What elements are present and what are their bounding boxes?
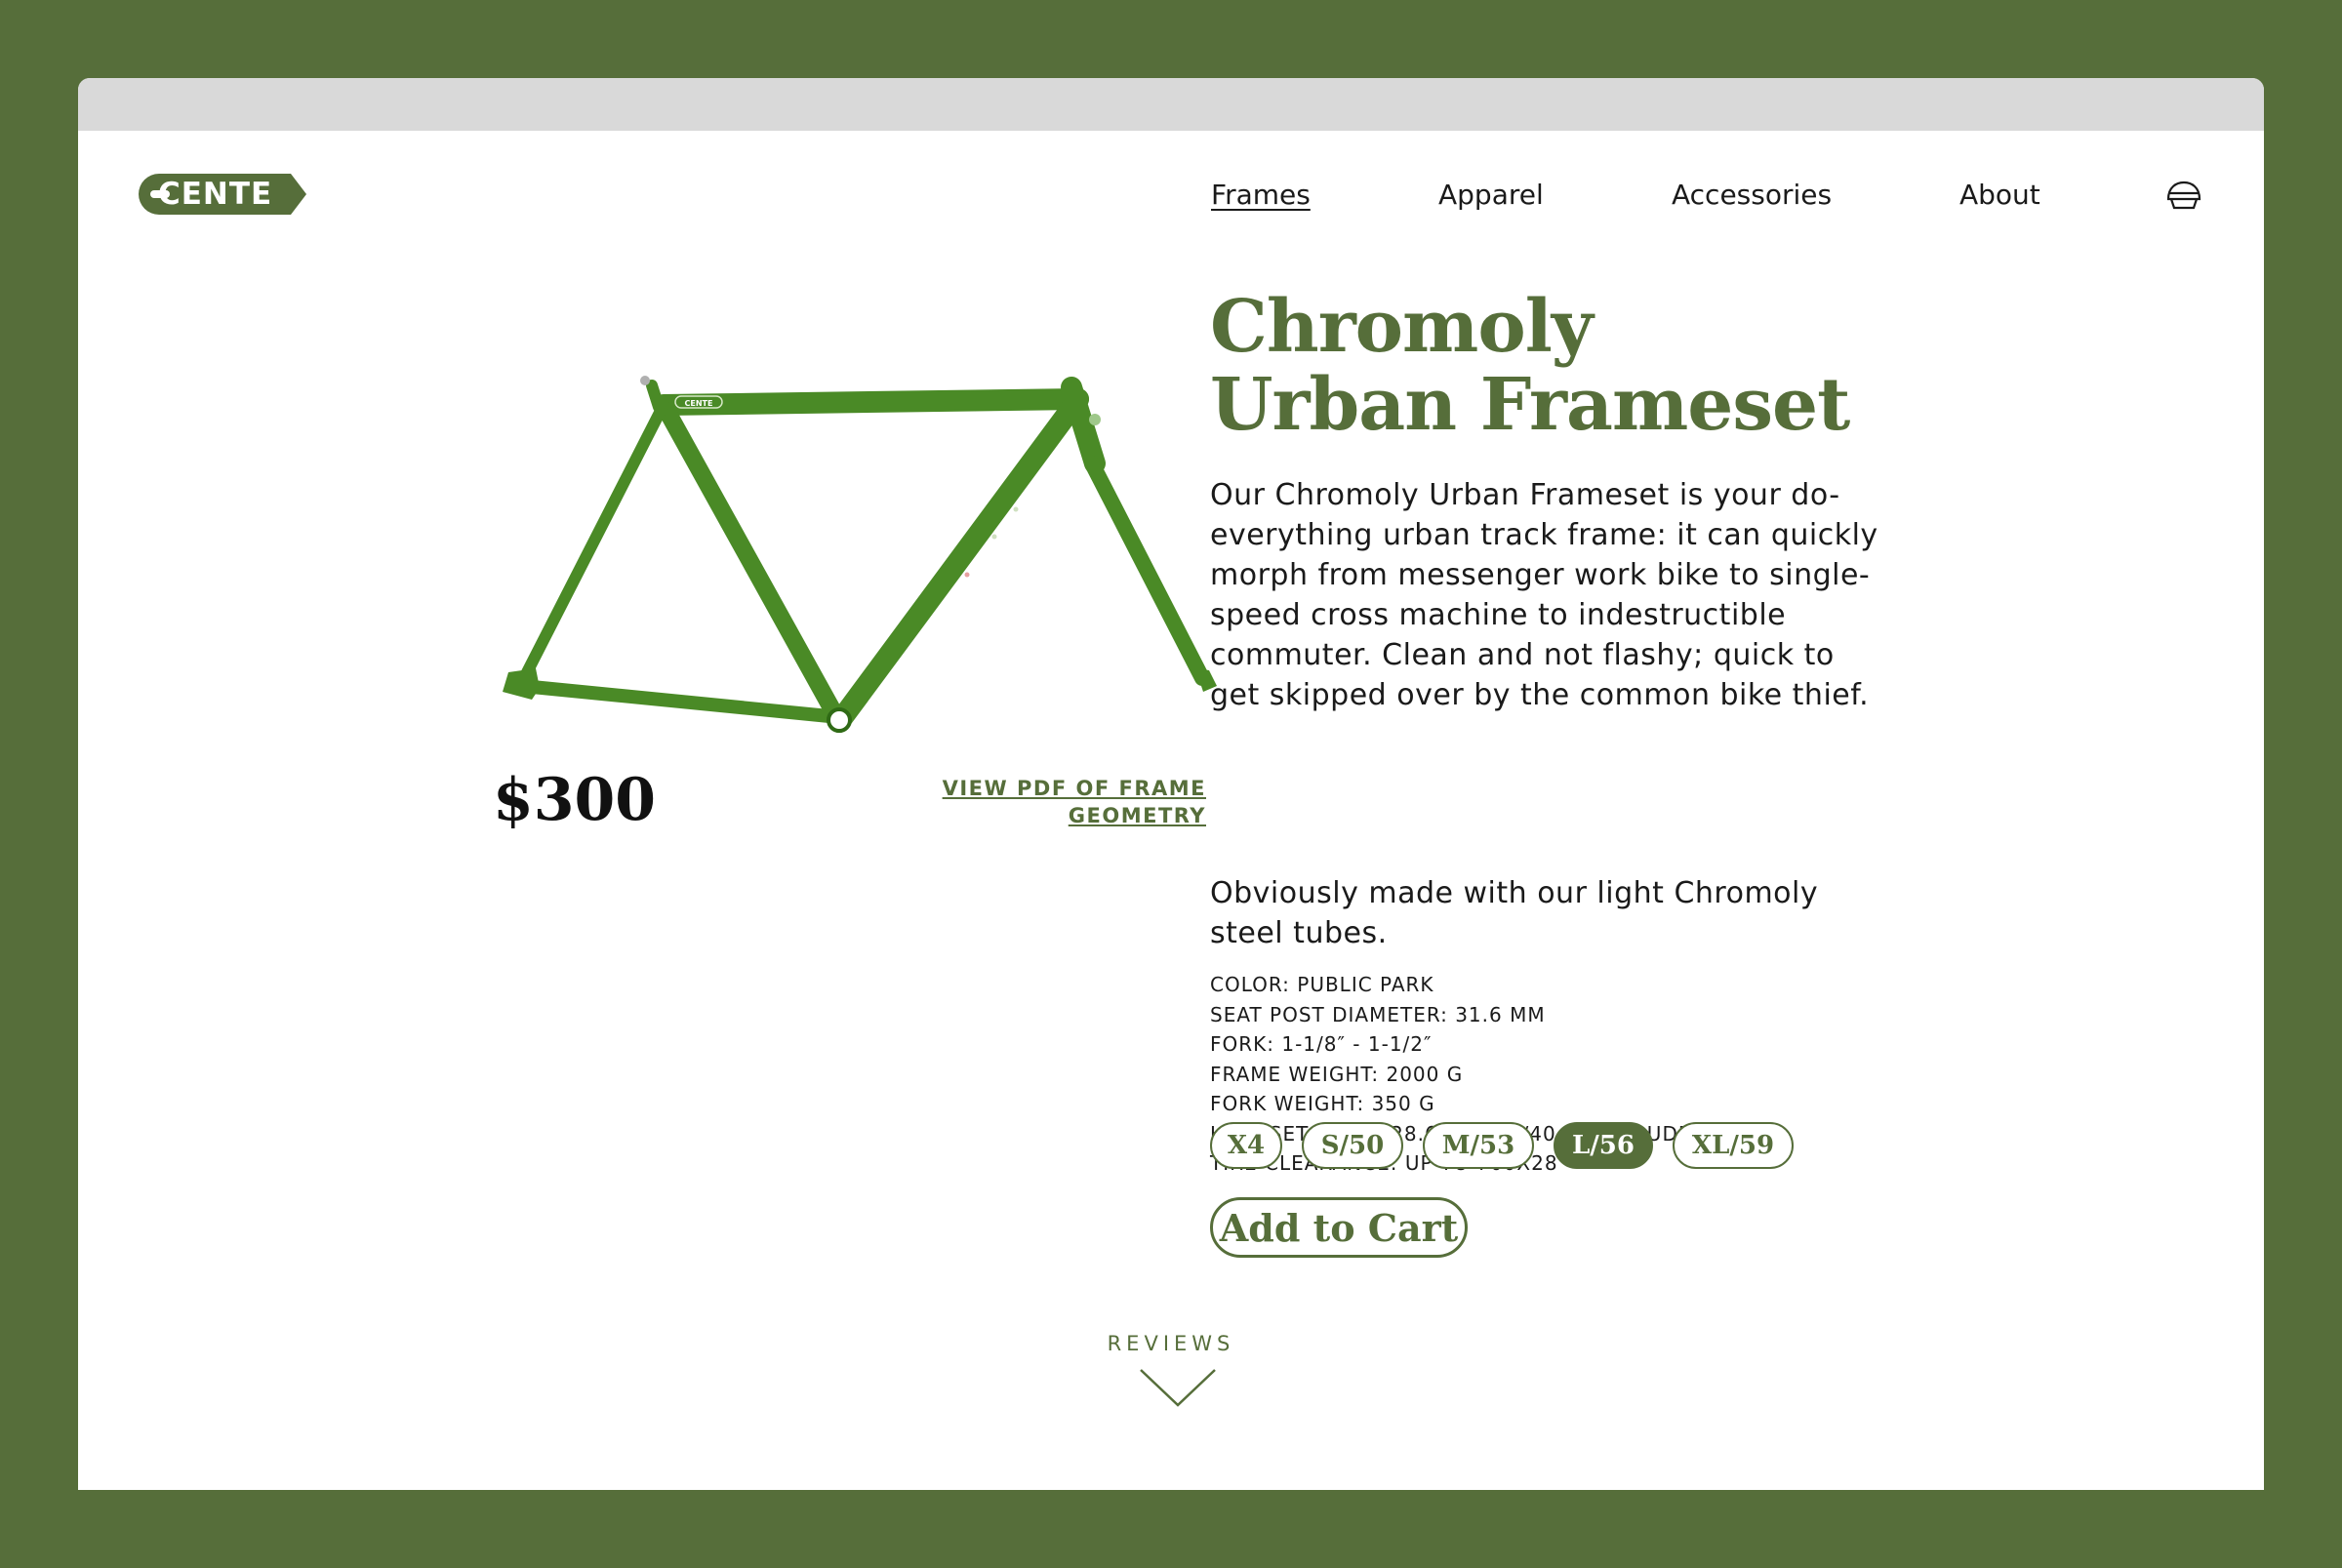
spec-fork: FORK: 1-1/8″ - 1-1/2″	[1210, 1032, 1433, 1056]
product-description: Our Chromoly Urban Frameset is your do-e…	[1210, 478, 1878, 712]
size-option-s50[interactable]: S/50	[1302, 1122, 1403, 1169]
product-title: Chromoly Urban Frameset	[1210, 288, 1913, 444]
frame-decal-text: CENTE	[685, 399, 713, 408]
browser-window: CENTE Frames Apparel Accessories About C…	[78, 78, 2264, 1490]
main-nav: Frames Apparel Accessories About	[78, 176, 2264, 215]
nav-item-frames[interactable]: Frames	[1211, 176, 1311, 215]
bike-frame-illustration: CENTE	[493, 298, 1227, 739]
nav-item-accessories[interactable]: Accessories	[1672, 176, 1832, 215]
add-to-cart-button[interactable]: Add to Cart	[1210, 1197, 1468, 1258]
spec-seat-post: SEAT POST DIAMETER: 31.6 MM	[1210, 1002, 1546, 1026]
nav-item-about[interactable]: About	[1959, 176, 2040, 215]
product-title-line-2: Urban Frameset	[1210, 363, 1850, 447]
frame-geometry-pdf-link[interactable]: VIEW PDF OF FRAME GEOMETRY	[878, 775, 1206, 829]
helmet-cart-icon[interactable]	[2164, 176, 2203, 215]
spec-frame-weight: FRAME WEIGHT: 2000 G	[1210, 1062, 1464, 1086]
nav-item-apparel[interactable]: Apparel	[1438, 176, 1544, 215]
reviews-label: REVIEWS	[1107, 1332, 1235, 1355]
spec-color: COLOR: PUBLIC PARK	[1210, 973, 1434, 996]
size-option-xl59[interactable]: XL/59	[1673, 1122, 1794, 1169]
product-title-line-1: Chromoly	[1210, 285, 1594, 369]
size-option-x4[interactable]: X4	[1210, 1122, 1282, 1169]
browser-titlebar	[78, 78, 2264, 131]
product-description-materials: Obviously made with our light Chromoly s…	[1210, 876, 1819, 950]
price: $300	[493, 766, 656, 834]
spec-fork-weight: FORK WEIGHT: 350 G	[1210, 1092, 1435, 1115]
size-option-l56[interactable]: L/56	[1554, 1122, 1653, 1169]
chevron-down-icon[interactable]	[1139, 1368, 1217, 1409]
size-option-m53[interactable]: M/53	[1423, 1122, 1534, 1169]
